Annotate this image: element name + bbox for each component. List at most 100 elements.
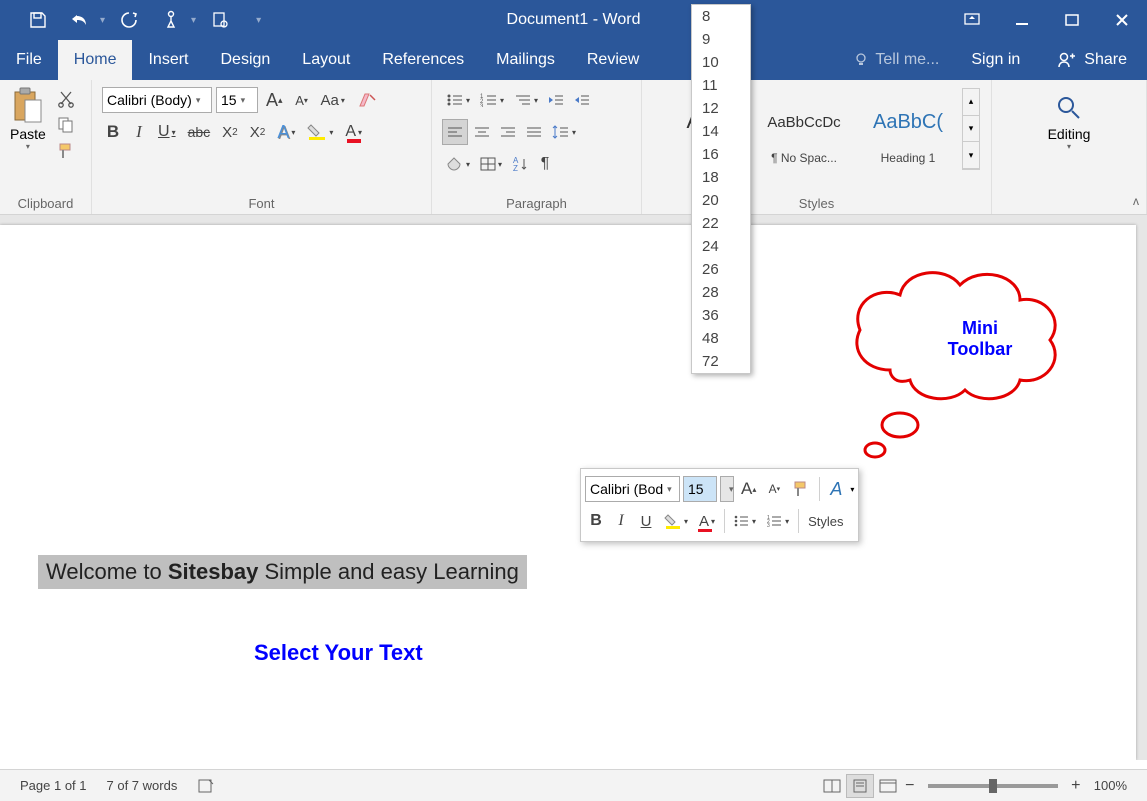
view-print-layout[interactable] <box>846 774 874 798</box>
font-color-button[interactable]: A▾ <box>341 119 366 145</box>
save-icon[interactable] <box>20 4 56 36</box>
strikethrough-button[interactable]: abc <box>184 119 215 145</box>
zoom-out-button[interactable]: − <box>902 777 918 795</box>
italic-button[interactable]: I <box>128 119 150 145</box>
ribbon-display-icon[interactable] <box>957 5 987 35</box>
size-option[interactable]: 10 <box>692 51 750 74</box>
signin-button[interactable]: Sign in <box>955 51 1036 69</box>
size-option[interactable]: 36 <box>692 304 750 327</box>
mini-grow-font[interactable]: A▴ <box>737 476 760 502</box>
show-marks-button[interactable]: ¶ <box>534 151 556 177</box>
zoom-slider[interactable] <box>928 784 1058 788</box>
size-option[interactable]: 14 <box>692 120 750 143</box>
size-option[interactable]: 8 <box>692 5 750 28</box>
tab-references[interactable]: References <box>366 40 480 80</box>
font-family-combo[interactable]: Calibri (Body)▾ <box>102 87 212 113</box>
size-option[interactable]: 11 <box>692 74 750 97</box>
find-button[interactable] <box>1055 94 1083 122</box>
change-case-button[interactable]: Aa▾ <box>317 87 349 113</box>
style-heading1[interactable]: AaBbC( Heading 1 <box>858 88 958 170</box>
multilevel-button[interactable]: ▾ <box>510 87 542 113</box>
sort-button[interactable]: AZ <box>508 151 532 177</box>
print-preview-icon[interactable] <box>202 4 238 36</box>
tab-home[interactable]: Home <box>58 40 133 80</box>
decrease-indent-button[interactable] <box>544 87 568 113</box>
tab-file[interactable]: File <box>0 40 58 80</box>
share-button[interactable]: Share <box>1036 50 1147 70</box>
collapse-ribbon-button[interactable]: ʌ <box>1133 194 1139 208</box>
mini-styles[interactable]: A <box>825 477 847 502</box>
underline-button[interactable]: U▾ <box>154 119 180 145</box>
tell-me-search[interactable]: Tell me... <box>837 51 955 69</box>
mini-styles-label[interactable]: Styles <box>804 508 847 534</box>
paste-button[interactable]: Paste ▾ <box>6 84 50 193</box>
subscript-button[interactable]: X2 <box>218 119 242 145</box>
maximize-button[interactable] <box>1057 5 1087 35</box>
mini-font-size-dropdown[interactable]: ▾ <box>720 476 734 502</box>
shrink-font-button[interactable]: A▾ <box>291 87 313 113</box>
style-no-spacing[interactable]: AaBbCcDc ¶ No Spac... <box>754 88 854 170</box>
mini-bold[interactable]: B <box>585 508 607 534</box>
format-painter-button[interactable] <box>54 140 78 162</box>
align-left-button[interactable] <box>442 119 468 145</box>
size-option[interactable]: 12 <box>692 97 750 120</box>
tab-mailings[interactable]: Mailings <box>480 40 571 80</box>
line-spacing-button[interactable]: ▾ <box>548 119 580 145</box>
tab-layout[interactable]: Layout <box>286 40 366 80</box>
close-button[interactable] <box>1107 5 1137 35</box>
selected-text[interactable]: Welcome to Sitesbay Simple and easy Lear… <box>38 555 527 589</box>
size-option[interactable]: 72 <box>692 350 750 373</box>
mini-font-size[interactable]: 15 <box>683 476 717 502</box>
font-size-combo[interactable]: 15▾ <box>216 87 258 113</box>
size-option[interactable]: 28 <box>692 281 750 304</box>
highlight-button[interactable]: ▾ <box>303 119 337 145</box>
superscript-button[interactable]: X2 <box>246 119 270 145</box>
mini-bullets[interactable]: ▾ <box>730 508 760 534</box>
bullets-button[interactable]: ▾ <box>442 87 474 113</box>
tab-design[interactable]: Design <box>204 40 286 80</box>
size-option[interactable]: 9 <box>692 28 750 51</box>
mini-underline[interactable]: U <box>635 508 657 534</box>
mini-shrink-font[interactable]: A▾ <box>763 476 785 502</box>
mini-italic[interactable]: I <box>610 508 632 534</box>
status-words[interactable]: 7 of 7 words <box>97 778 188 793</box>
size-option[interactable]: 16 <box>692 143 750 166</box>
copy-button[interactable] <box>54 114 78 136</box>
tab-review[interactable]: Review <box>571 40 655 80</box>
touch-dropdown[interactable]: ▾ <box>191 15 196 26</box>
status-proofing[interactable] <box>187 778 225 794</box>
size-option[interactable]: 18 <box>692 166 750 189</box>
status-page[interactable]: Page 1 of 1 <box>10 778 97 793</box>
style-scroll-down[interactable]: ▾ <box>963 116 979 143</box>
style-scroll-up[interactable]: ▴ <box>963 89 979 116</box>
justify-button[interactable] <box>522 119 546 145</box>
touch-mode-icon[interactable] <box>153 4 189 36</box>
shading-button[interactable]: ▾ <box>442 151 474 177</box>
view-web-layout[interactable] <box>874 774 902 798</box>
tab-insert[interactable]: Insert <box>132 40 204 80</box>
undo-dropdown[interactable]: ▾ <box>100 15 105 26</box>
mini-format-painter[interactable] <box>788 476 814 502</box>
mini-numbering[interactable]: 123▾ <box>763 508 793 534</box>
align-right-button[interactable] <box>496 119 520 145</box>
align-center-button[interactable] <box>470 119 494 145</box>
zoom-in-button[interactable]: + <box>1068 777 1084 795</box>
increase-indent-button[interactable] <box>570 87 594 113</box>
cut-button[interactable] <box>54 88 78 110</box>
size-option[interactable]: 24 <box>692 235 750 258</box>
bold-button[interactable]: B <box>102 119 124 145</box>
size-option[interactable]: 26 <box>692 258 750 281</box>
borders-button[interactable]: ▾ <box>476 151 506 177</box>
numbering-button[interactable]: 123▾ <box>476 87 508 113</box>
text-effects-button[interactable]: A▾ <box>273 119 299 145</box>
minimize-button[interactable] <box>1007 5 1037 35</box>
redo-icon[interactable] <box>111 4 147 36</box>
grow-font-button[interactable]: A▴ <box>262 87 287 113</box>
view-read-mode[interactable] <box>818 774 846 798</box>
mini-highlight[interactable]: ▾ <box>660 508 692 534</box>
clear-formatting-button[interactable] <box>353 87 381 113</box>
size-option[interactable]: 20 <box>692 189 750 212</box>
zoom-level[interactable]: 100% <box>1084 778 1137 793</box>
style-expand[interactable]: ▾ <box>963 142 979 169</box>
mini-font-family[interactable]: Calibri (Bod▾ <box>585 476 680 502</box>
